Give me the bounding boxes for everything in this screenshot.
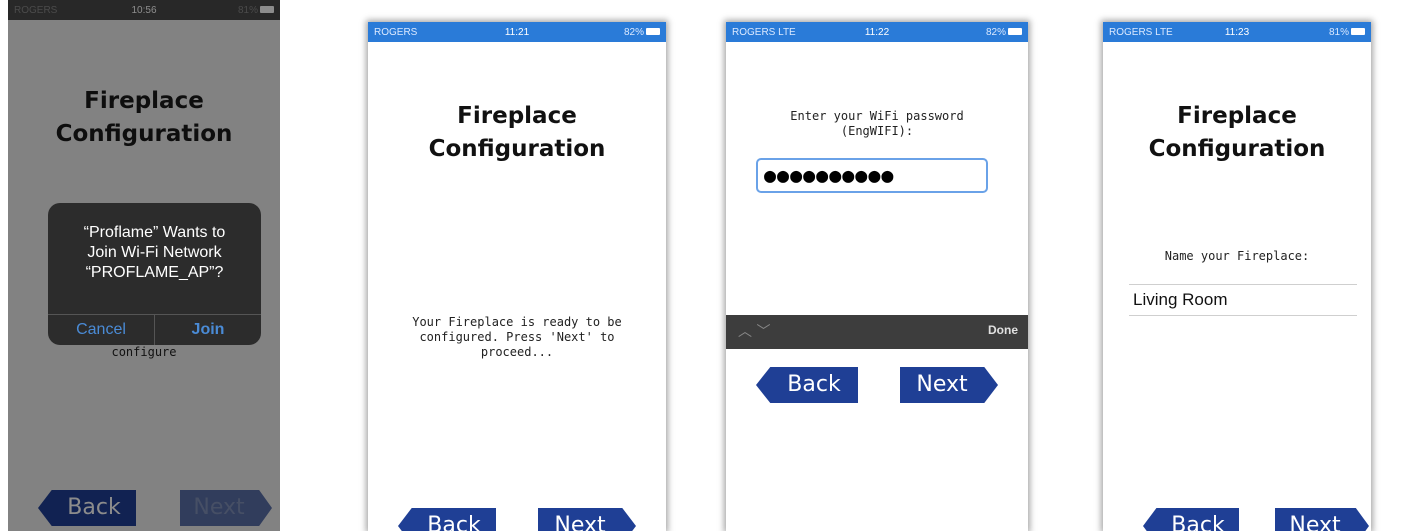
battery-icon	[645, 28, 660, 36]
name-label: Name your Fireplace:	[1164, 249, 1310, 263]
message-line-1: Your Fireplace is ready to be	[412, 315, 622, 329]
title-line-2: Configuration	[1148, 136, 1326, 162]
alert-line-3: “PROFLAME_AP”?	[85, 264, 224, 281]
message-line-3: proceed...	[480, 345, 554, 359]
keyboard-toolbar: ︿ ﹀ Done	[726, 315, 1028, 349]
join-button[interactable]: Join	[155, 315, 261, 345]
time-label: 11:22	[864, 26, 890, 38]
status-bar: ROGERS 11:21 82%	[368, 22, 666, 42]
title-line-1: Fireplace	[457, 103, 577, 129]
phone-screen-ready: ROGERS 11:21 82% Fireplace Configuration…	[368, 22, 666, 531]
prompt-line-1: Enter your WiFi password	[790, 109, 964, 123]
title-line-1: Fireplace	[1177, 103, 1297, 129]
fireplace-name-input[interactable]: Living Room	[1129, 284, 1357, 316]
phone-screen-join-network: ROGERS 10:56 81% Fireplace Configuration…	[8, 0, 280, 531]
alert-line-2: Join Wi-Fi Network	[87, 244, 222, 261]
battery-label: 82%	[986, 26, 1007, 38]
carrier-label: ROGERS LTE	[1109, 26, 1173, 38]
next-button[interactable]: Next	[900, 367, 998, 403]
next-button[interactable]: Next	[1275, 508, 1369, 531]
keyboard-nav-arrows-icon[interactable]: ︿ ﹀	[738, 321, 770, 341]
time-label: 11:21	[504, 26, 530, 38]
password-prompt: Enter your WiFi password (EngWIFI):	[726, 109, 1028, 139]
alert-message: “Proflame” Wants to Join Wi-Fi Network “…	[48, 223, 261, 283]
status-bar: ROGERS LTE 11:22 82%	[726, 22, 1028, 42]
battery-icon	[1008, 28, 1023, 36]
status-bar: ROGERS LTE 11:23 81%	[1103, 22, 1371, 42]
alert-line-1: “Proflame” Wants to	[83, 224, 226, 241]
page-title: Fireplace Configuration	[1103, 100, 1371, 166]
password-field[interactable]: ●●●●●●●●●●	[756, 158, 988, 193]
prompt-line-2: (EngWIFI):	[840, 124, 914, 138]
cancel-button[interactable]: Cancel	[48, 315, 154, 345]
battery-icon	[1350, 28, 1365, 36]
wifi-join-alert: “Proflame” Wants to Join Wi-Fi Network “…	[48, 203, 261, 345]
ready-message: Your Fireplace is ready to be configured…	[368, 315, 666, 360]
next-button[interactable]: Next	[538, 508, 636, 531]
page-title: Fireplace Configuration	[368, 100, 666, 166]
phone-screen-wifi-password: ROGERS LTE 11:22 82% Enter your WiFi pas…	[726, 22, 1028, 531]
done-button[interactable]: Done	[988, 323, 1018, 337]
back-button[interactable]: Back	[756, 367, 858, 403]
message-line-2: configured. Press 'Next' to	[419, 330, 615, 344]
carrier-label: ROGERS LTE	[732, 26, 796, 38]
title-line-2: Configuration	[428, 136, 606, 162]
time-label: 11:23	[1224, 26, 1250, 38]
carrier-label: ROGERS	[374, 26, 418, 38]
phone-screen-name-fireplace: ROGERS LTE 11:23 81% Fireplace Configura…	[1103, 22, 1371, 531]
back-button[interactable]: Back	[1143, 508, 1239, 531]
battery-label: 82%	[623, 26, 644, 38]
battery-label: 81%	[1328, 26, 1349, 38]
back-button[interactable]: Back	[398, 508, 496, 531]
